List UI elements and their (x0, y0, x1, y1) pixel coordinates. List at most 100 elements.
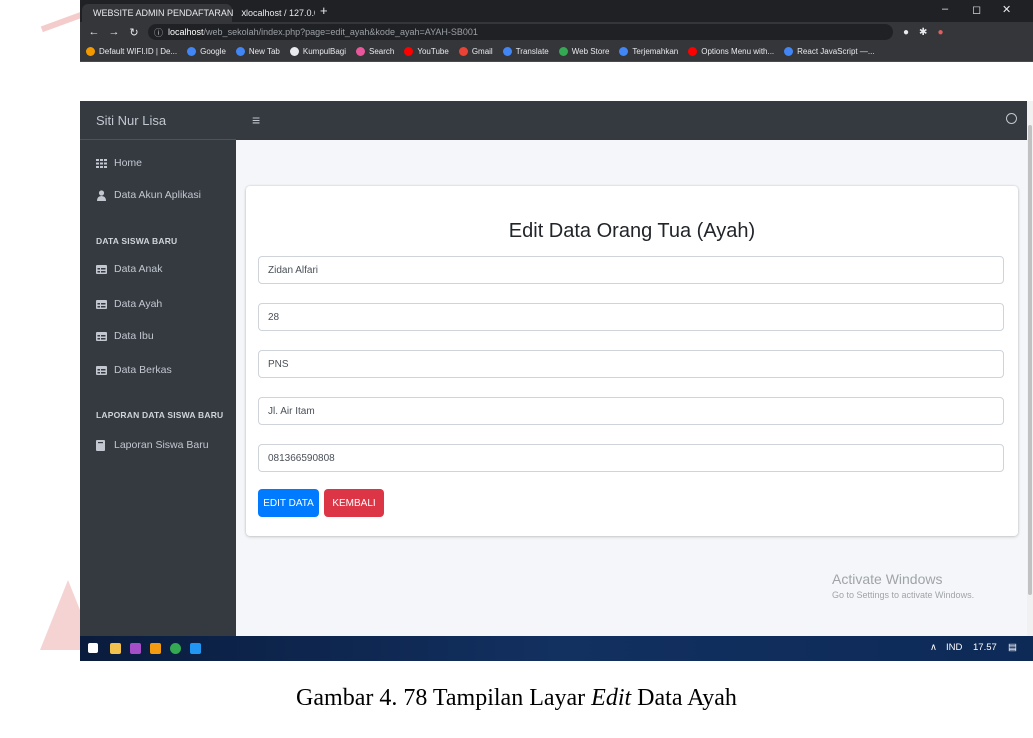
sidebar-item-label: Data Ayah (114, 298, 163, 310)
windows-taskbar: ∧ IND 17.57 ▤ (80, 636, 1033, 661)
activate-title: Activate Windows (832, 571, 943, 587)
profile-icon[interactable]: ● (937, 27, 943, 38)
edit-data-button[interactable]: EDIT DATA (258, 489, 319, 517)
close-window-icon[interactable]: ✕ (1002, 3, 1011, 16)
user-menu-icon[interactable] (1006, 113, 1017, 124)
youtube-icon (688, 47, 698, 56)
bookmarks-bar: Default WIFI.ID | De... Google New Tab K… (80, 42, 1033, 62)
xampp-icon[interactable] (130, 643, 141, 654)
wifi-icon (86, 47, 95, 56)
figure-caption: Gambar 4. 78 Tampilan Layar Edit Data Ay… (0, 685, 1033, 712)
sidebar-item-data-ayah[interactable]: Data Ayah (96, 298, 162, 310)
forward-icon[interactable]: → (108, 26, 120, 38)
url-path: /web_sekolah/index.php?page=edit_ayah&ko… (203, 27, 478, 37)
tab-bar: WEBSITE ADMIN PENDAFTARAN x localhost / … (80, 0, 1033, 22)
bookmark-item[interactable]: Default WIFI.ID | De... (86, 47, 177, 56)
sidebar-item-data-anak[interactable]: Data Anak (96, 263, 162, 275)
umur-ayah-field[interactable]: 28 (258, 303, 1004, 331)
table-icon (96, 331, 107, 341)
kembali-button[interactable]: KEMBALI (324, 489, 384, 517)
extension-icon[interactable]: ● (903, 27, 909, 38)
pekerjaan-ayah-field[interactable]: PNS (258, 350, 1004, 378)
nama-ayah-field[interactable]: Zidan Alfari (258, 256, 1004, 284)
globe-icon (289, 47, 299, 56)
table-icon (96, 264, 107, 274)
sidebar: Home Data Akun Aplikasi DATA SISWA BARU … (80, 140, 236, 636)
puzzle-icon[interactable]: ✱ (919, 27, 927, 38)
alamat-ayah-field[interactable]: Jl. Air Itam (258, 397, 1004, 425)
bookmark-item[interactable]: React JavaScript —... (784, 47, 875, 56)
hamburger-menu-icon[interactable]: ≡ (252, 112, 260, 128)
sidebar-section-header: DATA SISWA BARU (96, 236, 178, 246)
sidebar-item-data-berkas[interactable]: Data Berkas (96, 364, 172, 376)
book-icon (96, 439, 105, 451)
reload-icon[interactable]: ↻ (128, 26, 140, 39)
sidebar-section-header: LAPORAN DATA SISWA BARU (96, 410, 224, 420)
brand-name[interactable]: Siti Nur Lisa (80, 101, 236, 140)
windows-start-icon[interactable] (88, 643, 98, 653)
bookmark-item[interactable]: Translate (502, 47, 549, 56)
address-bar: ← → ↻ ⓘ localhost /web_sekolah/index.php… (80, 22, 1033, 42)
vscode-icon[interactable] (190, 643, 201, 654)
tab-label: WEBSITE ADMIN PENDAFTARAN (93, 8, 234, 18)
bookmark-item[interactable]: Google (187, 47, 226, 56)
tray-clock[interactable]: 17.57 (973, 642, 997, 653)
url-host: localhost (168, 27, 204, 37)
translate-icon (502, 47, 512, 56)
bookmark-item[interactable]: Search (356, 47, 394, 56)
tab-label: localhost / 127.0.0.1 / db_sekolah (246, 8, 315, 18)
grid-icon (96, 158, 107, 168)
sidebar-item-label: Data Berkas (114, 364, 172, 376)
bookmark-item[interactable]: Terjemahkan (619, 47, 678, 56)
site-info-icon[interactable]: ⓘ (154, 26, 163, 39)
sidebar-item-home[interactable]: Home (96, 157, 142, 169)
search-icon (356, 47, 366, 56)
sidebar-item-label: Data Akun Aplikasi (114, 189, 201, 201)
minimize-icon[interactable]: – (942, 3, 948, 15)
tab-admin[interactable]: WEBSITE ADMIN PENDAFTARAN x (82, 4, 246, 22)
scrollbar-thumb[interactable] (1028, 125, 1032, 595)
maximize-icon[interactable]: ◻ (972, 3, 981, 16)
file-explorer-icon[interactable] (110, 643, 121, 654)
sidebar-item-label: Laporan Siswa Baru (114, 439, 209, 451)
activate-subtitle: Go to Settings to activate Windows. (832, 590, 975, 600)
react-icon (784, 47, 794, 56)
google-icon (235, 47, 245, 56)
activate-windows-watermark: Activate Windows Go to Settings to activ… (832, 571, 974, 600)
caption-suffix: Data Ayah (631, 685, 737, 711)
sidebar-item-label: Data Anak (114, 263, 163, 275)
sublime-icon[interactable] (150, 643, 161, 654)
translate-icon (619, 47, 629, 56)
bookmark-item[interactable]: KumpulBagi (289, 47, 346, 56)
chrome-icon[interactable] (170, 643, 181, 654)
bookmark-item[interactable]: YouTube (404, 47, 449, 56)
bookmark-item[interactable]: Gmail (458, 47, 493, 56)
sidebar-item-label: Data Ibu (114, 330, 154, 342)
telepon-ayah-field[interactable]: 081366590808 (258, 444, 1004, 472)
new-tab-button[interactable]: + (320, 3, 328, 18)
tab-phpmyadmin[interactable]: localhost / 127.0.0.1 / db_sekolah (235, 4, 315, 22)
tray-language[interactable]: IND (946, 642, 962, 653)
url-input[interactable]: ⓘ localhost /web_sekolah/index.php?page=… (148, 24, 893, 40)
tray-chevron-icon[interactable]: ∧ (930, 642, 937, 653)
page-title: Edit Data Orang Tua (Ayah) (508, 220, 756, 242)
bookmark-item[interactable]: New Tab (235, 47, 280, 56)
sidebar-item-data-ibu[interactable]: Data Ibu (96, 330, 154, 342)
bookmark-item[interactable]: Web Store (558, 47, 609, 56)
table-icon (96, 299, 107, 309)
gmail-icon (458, 47, 468, 56)
sidebar-item-label: Home (114, 157, 143, 169)
bookmark-item[interactable]: Options Menu with... (688, 47, 774, 56)
user-icon (97, 189, 106, 201)
caption-italic: Edit (591, 685, 632, 711)
notification-icon[interactable]: ▤ (1008, 642, 1017, 653)
youtube-icon (404, 47, 414, 56)
google-icon (187, 47, 197, 56)
webstore-icon (558, 47, 568, 56)
back-icon[interactable]: ← (88, 26, 100, 38)
sidebar-item-data-akun[interactable]: Data Akun Aplikasi (96, 189, 201, 201)
caption-prefix: Gambar 4. 78 Tampilan Layar (296, 685, 592, 711)
sidebar-item-laporan[interactable]: Laporan Siswa Baru (96, 439, 209, 451)
top-navbar: ≡ (236, 101, 1033, 140)
edit-form-card: Edit Data Orang Tua (Ayah) Zidan Alfari … (246, 186, 1018, 536)
